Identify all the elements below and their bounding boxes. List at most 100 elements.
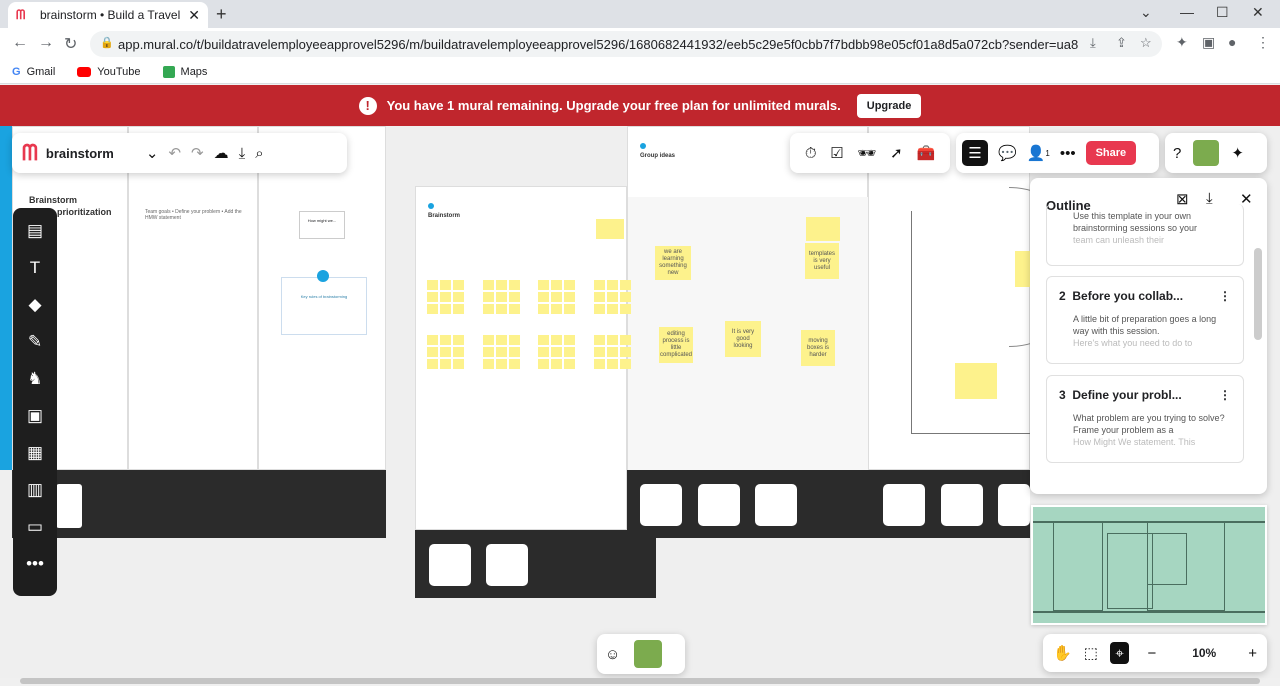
- help-icon[interactable]: ?: [1173, 145, 1181, 162]
- sticky-note[interactable]: It is very good looking: [725, 321, 761, 357]
- brainstorm-sticky[interactable]: [564, 347, 575, 357]
- avatar[interactable]: [1193, 140, 1220, 166]
- brainstorm-sticky[interactable]: [509, 280, 520, 290]
- prioritization-board[interactable]: [868, 126, 1089, 470]
- brainstorm-sticky[interactable]: [564, 292, 575, 302]
- brainstorm-sticky[interactable]: [564, 304, 575, 314]
- brainstorm-sticky[interactable]: [483, 304, 494, 314]
- hmw-board[interactable]: How might we... Key rules of brainstormi…: [258, 126, 386, 470]
- brainstorm-sticky[interactable]: [440, 292, 451, 302]
- brainstorm-sticky[interactable]: [453, 347, 464, 357]
- sticky-note[interactable]: [955, 363, 997, 399]
- brainstorm-sticky[interactable]: [551, 280, 562, 290]
- menu-icon[interactable]: ⋮: [1256, 34, 1270, 51]
- brainstorm-sticky[interactable]: [496, 347, 507, 357]
- emoji-icon[interactable]: ☺: [605, 646, 620, 663]
- brainstorm-sticky[interactable]: [483, 280, 494, 290]
- brainstorm-sticky[interactable]: [538, 304, 549, 314]
- more-icon[interactable]: •••: [1060, 145, 1076, 162]
- brainstorm-sticky[interactable]: [607, 359, 618, 369]
- brainstorm-board[interactable]: Brainstorm: [415, 186, 627, 530]
- mural-logo-icon[interactable]: ᗰ: [22, 140, 38, 166]
- sticky-note[interactable]: we are learning something new: [655, 246, 691, 280]
- brainstorm-sticky[interactable]: [496, 292, 507, 302]
- brainstorm-sticky[interactable]: [538, 347, 549, 357]
- address-bar[interactable]: 🔒 app.mural.co/t/buildatravelemployeeapp…: [90, 31, 1162, 57]
- brainstorm-sticky[interactable]: [427, 304, 438, 314]
- select-mode-icon[interactable]: ⬚: [1084, 644, 1098, 662]
- fit-view-icon[interactable]: ⌖: [1109, 642, 1130, 664]
- horizontal-scrollbar[interactable]: [20, 678, 1260, 684]
- outline-item-2[interactable]: 2 Before you collab... ⋮ A little bit of …: [1046, 276, 1244, 364]
- brainstorm-sticky[interactable]: [483, 335, 494, 345]
- brainstorm-sticky[interactable]: [509, 304, 520, 314]
- brainstorm-sticky[interactable]: [496, 335, 507, 345]
- avatar[interactable]: [634, 640, 663, 668]
- mural-name[interactable]: brainstorm: [46, 146, 136, 161]
- redo-icon[interactable]: ↷: [191, 144, 204, 162]
- chevron-down-icon[interactable]: ⌄: [1140, 4, 1152, 21]
- toolbox-icon[interactable]: 🧰: [916, 144, 935, 162]
- voting-icon[interactable]: ☑: [830, 144, 843, 162]
- sticky-note[interactable]: [1015, 251, 1031, 287]
- brainstorm-sticky[interactable]: [620, 280, 631, 290]
- members-icon[interactable]: 👤 1: [1027, 144, 1050, 162]
- prep-board[interactable]: Team goals • Define your problem • Add t…: [128, 126, 258, 470]
- bookmark-gmail[interactable]: G Gmail: [12, 66, 55, 78]
- note-sticky[interactable]: [596, 219, 624, 239]
- search-icon[interactable]: ⌕: [255, 145, 263, 162]
- minimap[interactable]: [1031, 505, 1267, 625]
- upgrade-button[interactable]: Upgrade: [856, 93, 922, 118]
- templates-icon[interactable]: ▦: [22, 440, 48, 466]
- sidebar-icon[interactable]: ▣: [1202, 34, 1215, 51]
- draw-pen-icon[interactable]: ✎: [22, 329, 48, 355]
- brainstorm-sticky[interactable]: [551, 359, 562, 369]
- brainstorm-sticky[interactable]: [594, 359, 605, 369]
- brainstorm-sticky[interactable]: [427, 359, 438, 369]
- hand-pan-icon[interactable]: ✋: [1053, 644, 1072, 662]
- brainstorm-sticky[interactable]: [427, 335, 438, 345]
- brainstorm-sticky[interactable]: [551, 347, 562, 357]
- brainstorm-sticky[interactable]: [594, 292, 605, 302]
- sticky-note[interactable]: editing process is little complicated: [659, 327, 693, 363]
- brainstorm-sticky[interactable]: [564, 359, 575, 369]
- brainstorm-sticky[interactable]: [594, 335, 605, 345]
- comment-icon[interactable]: 💬: [998, 144, 1017, 162]
- bookmark-star-icon[interactable]: ☆: [1140, 35, 1152, 51]
- bookmark-youtube[interactable]: YouTube: [77, 66, 141, 78]
- close-window-icon[interactable]: ✕: [1252, 4, 1264, 21]
- zoom-out-icon[interactable]: −: [1147, 645, 1156, 662]
- brainstorm-sticky[interactable]: [483, 292, 494, 302]
- outline-scrollbar[interactable]: [1254, 248, 1262, 340]
- sticky-note[interactable]: moving boxes is harder: [801, 330, 835, 366]
- brainstorm-sticky[interactable]: [607, 347, 618, 357]
- brainstorm-sticky[interactable]: [538, 292, 549, 302]
- frameworks-icon[interactable]: ▥: [22, 477, 48, 503]
- chevron-down-icon[interactable]: ⌄: [146, 144, 159, 162]
- brainstorm-sticky[interactable]: [440, 335, 451, 345]
- reload-icon[interactable]: ↻: [64, 34, 77, 54]
- brainstorm-sticky[interactable]: [551, 304, 562, 314]
- outline-item-3[interactable]: 3 Define your probl... ⋮ What problem are…: [1046, 375, 1244, 463]
- back-icon[interactable]: ←: [12, 34, 28, 52]
- brainstorm-sticky[interactable]: [440, 359, 451, 369]
- brainstorm-sticky[interactable]: [620, 359, 631, 369]
- zoom-in-icon[interactable]: +: [1248, 645, 1257, 662]
- brainstorm-sticky[interactable]: [453, 335, 464, 345]
- bookmark-maps[interactable]: Maps: [162, 65, 207, 78]
- brainstorm-sticky[interactable]: [509, 359, 520, 369]
- shapes-icon[interactable]: ◆: [22, 292, 48, 318]
- brainstorm-sticky[interactable]: [440, 347, 451, 357]
- profile-icon[interactable]: ●: [1228, 34, 1236, 50]
- undo-icon[interactable]: ↶: [168, 144, 181, 162]
- brainstorm-sticky[interactable]: [509, 347, 520, 357]
- sticky-note-icon[interactable]: ▤: [22, 218, 48, 244]
- brainstorm-sticky[interactable]: [607, 292, 618, 302]
- brainstorm-sticky[interactable]: [453, 280, 464, 290]
- brainstorm-sticky[interactable]: [538, 359, 549, 369]
- brainstorm-sticky[interactable]: [509, 292, 520, 302]
- kebab-menu-icon[interactable]: ⋮: [1219, 289, 1231, 303]
- brainstorm-sticky[interactable]: [607, 280, 618, 290]
- brainstorm-sticky[interactable]: [440, 304, 451, 314]
- forward-icon[interactable]: →: [38, 34, 54, 52]
